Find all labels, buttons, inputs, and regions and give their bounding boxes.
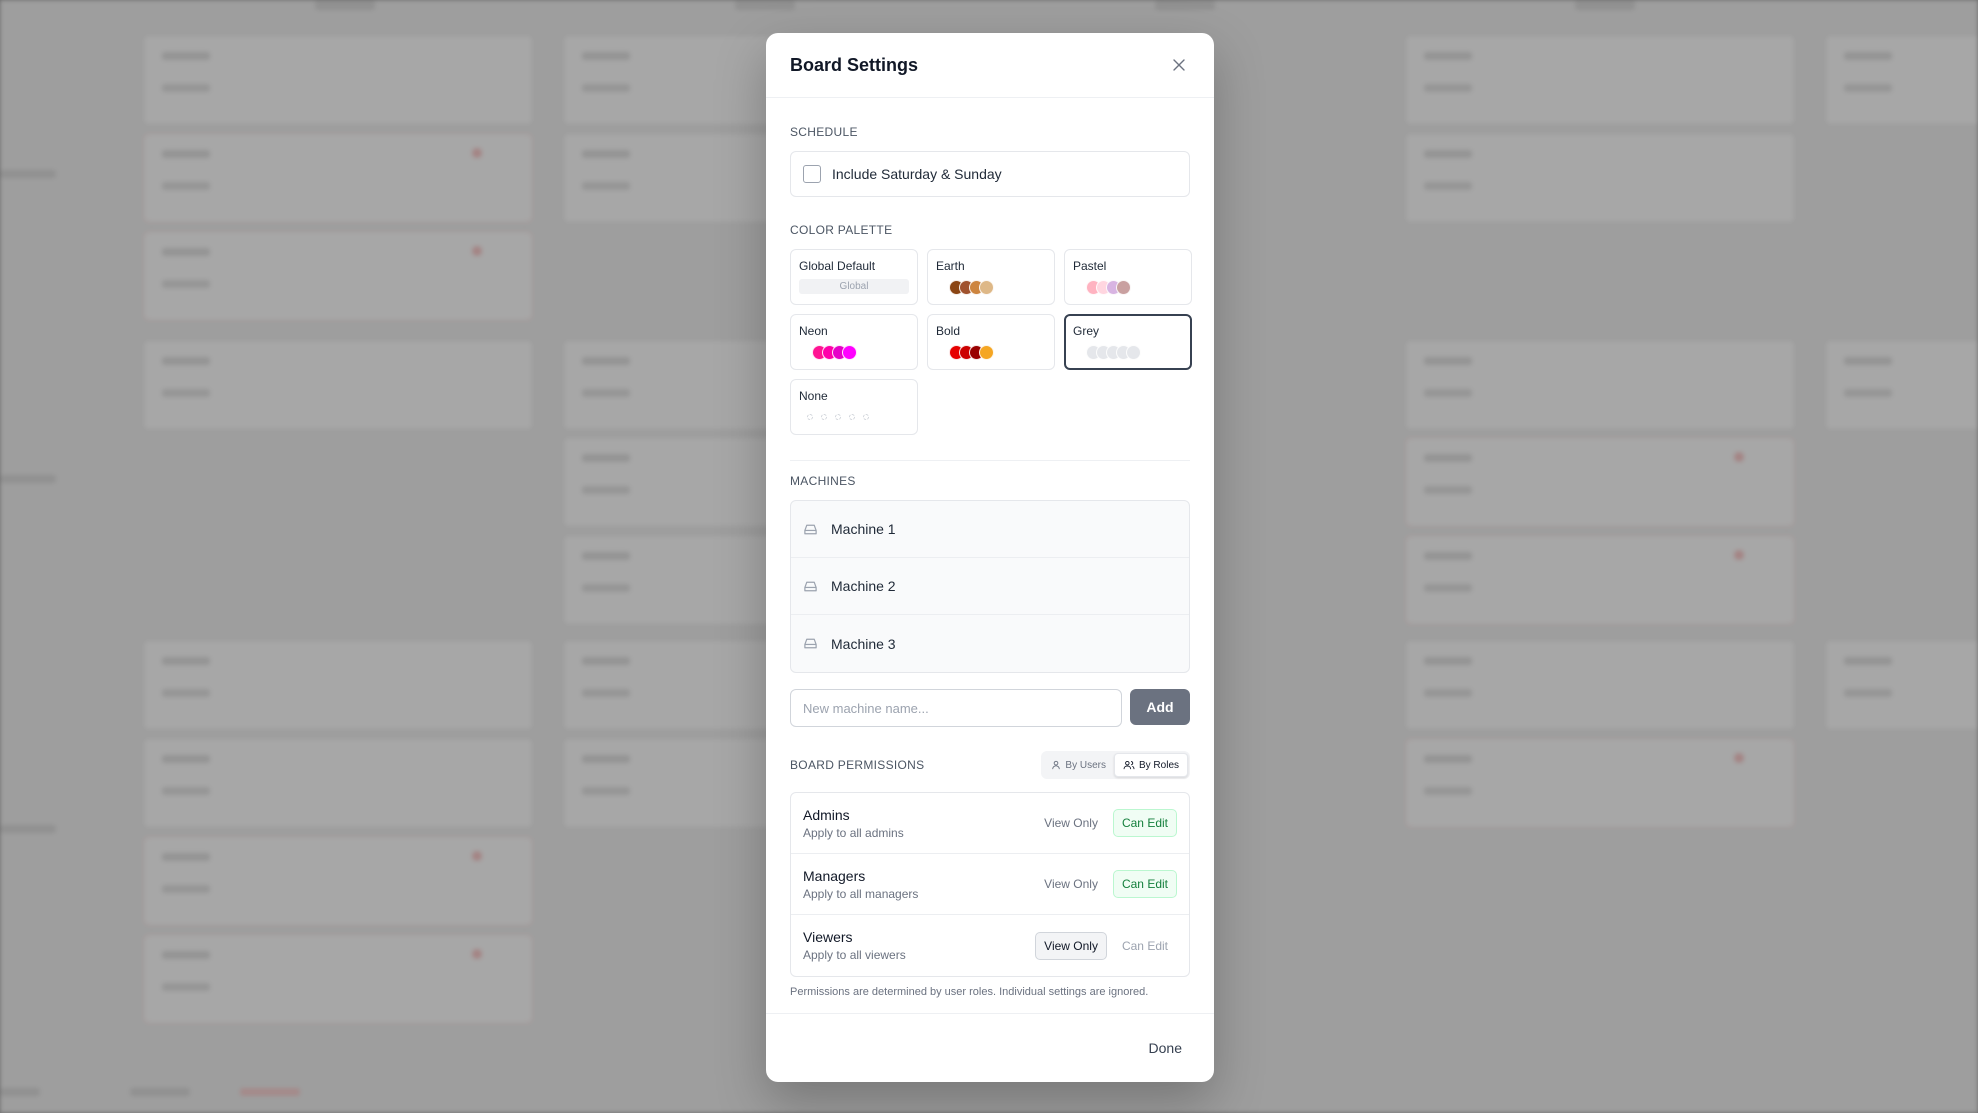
include-weekend-option[interactable]: Include Saturday & Sunday — [790, 151, 1190, 197]
board-settings-dialog: Board Settings SCHEDULE Include Saturday… — [766, 33, 1214, 1082]
users-icon — [1123, 760, 1135, 770]
view-only-button[interactable]: View Only — [1035, 931, 1107, 960]
role-row-managers: Managers Apply to all managers View Only… — [791, 854, 1189, 915]
palette-name: Earth — [936, 259, 965, 273]
role-name: Admins — [803, 806, 850, 823]
hard-drive-icon — [804, 581, 817, 591]
access-options: View Only Can Edit — [1035, 931, 1177, 960]
palette-swatches-empty — [799, 409, 909, 425]
section-divider — [790, 460, 1190, 461]
palette-swatches — [1073, 279, 1183, 295]
color-palette-section-label: COLOR PALETTE — [790, 223, 893, 237]
palette-swatches — [936, 279, 1046, 295]
machine-item[interactable]: Machine 1 — [791, 501, 1189, 558]
palette-earth[interactable]: Earth — [927, 249, 1055, 305]
include-weekend-checkbox[interactable] — [803, 165, 821, 183]
role-description: Apply to all admins — [803, 825, 904, 840]
machine-name: Machine 2 — [831, 578, 896, 594]
palette-swatches — [936, 344, 1046, 360]
machines-section-label: MACHINES — [790, 474, 856, 488]
access-options: View Only Can Edit — [1035, 870, 1177, 898]
empty-swatch — [807, 414, 813, 420]
palette-neon[interactable]: Neon — [790, 314, 918, 370]
hard-drive-icon — [804, 524, 817, 534]
palette-name: Neon — [799, 324, 828, 338]
by-users-label: By Users — [1065, 759, 1106, 771]
machine-item[interactable]: Machine 3 — [791, 615, 1189, 672]
by-users-toggle[interactable]: By Users — [1043, 753, 1114, 777]
palette-name: Grey — [1073, 324, 1100, 338]
role-description: Apply to all managers — [803, 886, 919, 901]
palette-name: Global Default — [799, 259, 876, 273]
role-row-admins: Admins Apply to all admins View Only Can… — [791, 793, 1189, 854]
can-edit-button[interactable]: Can Edit — [1112, 809, 1177, 837]
global-pill: Global — [799, 279, 909, 294]
role-row-viewers: Viewers Apply to all viewers View Only C… — [791, 915, 1189, 976]
view-only-button[interactable]: View Only — [1035, 870, 1107, 898]
user-icon — [1052, 760, 1061, 770]
permissions-note: Permissions are determined by user roles… — [790, 986, 1149, 998]
palette-grey[interactable]: Grey — [1064, 314, 1192, 370]
view-only-button[interactable]: View Only — [1035, 809, 1107, 837]
by-roles-label: By Roles — [1138, 759, 1179, 771]
color-swatch — [1126, 344, 1141, 360]
modal-footer: Done — [766, 1013, 1214, 1082]
palette-grid: Global Default Global Earth Pastel Neon … — [790, 249, 1192, 435]
machine-list: Machine 1 Machine 2 Machine 3 — [790, 500, 1190, 673]
role-description: Apply to all viewers — [803, 948, 906, 962]
include-weekend-label: Include Saturday & Sunday — [832, 166, 1002, 182]
palette-none[interactable]: None — [790, 379, 918, 435]
color-swatch — [1116, 279, 1131, 295]
palette-global-default[interactable]: Global Default Global — [790, 249, 918, 305]
palette-bold[interactable]: Bold — [927, 314, 1055, 370]
palette-swatches — [1073, 344, 1183, 360]
add-machine-button[interactable]: Add — [1130, 689, 1190, 725]
palette-name: None — [799, 389, 828, 403]
hard-drive-icon — [804, 638, 817, 649]
can-edit-button[interactable]: Can Edit — [1113, 932, 1177, 960]
permissions-mode-toggle: By Users By Roles — [1041, 751, 1190, 779]
done-button[interactable]: Done — [1149, 1040, 1182, 1056]
palette-pastel[interactable]: Pastel — [1064, 249, 1192, 305]
machine-name: Machine 3 — [831, 635, 896, 652]
empty-swatch — [863, 414, 869, 420]
empty-swatch — [849, 414, 855, 420]
close-icon — [1173, 59, 1185, 71]
permissions-header: BOARD PERMISSIONS By Users By Roles — [790, 751, 1190, 779]
can-edit-button[interactable]: Can Edit — [1112, 870, 1177, 898]
close-button[interactable] — [1168, 54, 1190, 76]
empty-swatch — [821, 414, 827, 420]
role-name: Viewers — [803, 929, 853, 945]
modal-body: SCHEDULE Include Saturday & Sunday COLOR… — [766, 125, 1214, 998]
permissions-section-label: BOARD PERMISSIONS — [790, 758, 925, 772]
palette-name: Pastel — [1073, 259, 1107, 273]
empty-swatch — [835, 414, 841, 420]
role-name: Managers — [803, 867, 866, 884]
access-options: View Only Can Edit — [1035, 809, 1177, 837]
palette-swatches — [799, 344, 909, 360]
modal-title: Board Settings — [790, 54, 919, 75]
palette-name: Bold — [936, 324, 961, 338]
machine-name: Machine 1 — [831, 521, 896, 537]
add-machine-row: Add — [790, 689, 1190, 727]
schedule-section-label: SCHEDULE — [790, 125, 858, 139]
machine-item[interactable]: Machine 2 — [791, 558, 1189, 615]
color-swatch — [979, 279, 994, 295]
role-permission-list: Admins Apply to all admins View Only Can… — [790, 792, 1190, 977]
color-swatch — [979, 344, 994, 360]
color-swatch — [842, 344, 857, 360]
modal-header: Board Settings — [766, 33, 1214, 98]
by-roles-toggle[interactable]: By Roles — [1113, 753, 1188, 777]
new-machine-input[interactable] — [790, 689, 1122, 727]
